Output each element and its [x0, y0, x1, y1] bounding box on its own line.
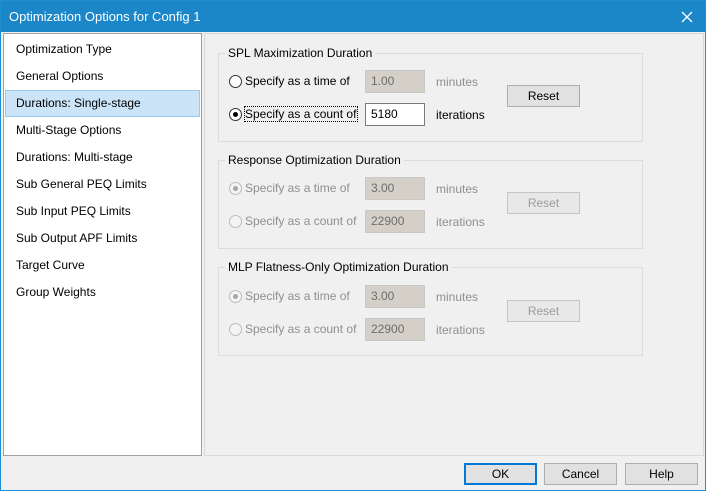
count-radio-label[interactable]: Specify as a count of [243, 106, 359, 122]
cancel-button[interactable]: Cancel [544, 463, 617, 485]
nav-item-sub-output-apf-limits[interactable]: Sub Output APF Limits [5, 225, 200, 252]
nav-item-label: Optimization Type [16, 42, 112, 56]
time-radio[interactable] [229, 182, 242, 195]
nav-item-optimization-type[interactable]: Optimization Type [5, 36, 200, 63]
group-title: Response Optimization Duration [225, 153, 404, 167]
nav-item-label: Sub Input PEQ Limits [16, 204, 131, 218]
nav-item-target-curve[interactable]: Target Curve [5, 252, 200, 279]
count-radio[interactable] [229, 323, 242, 336]
ok-button[interactable]: OK [464, 463, 537, 485]
group-title: MLP Flatness-Only Optimization Duration [225, 260, 452, 274]
close-icon[interactable] [669, 1, 705, 32]
time-unit-label: minutes [436, 75, 479, 89]
nav-item-label: Durations: Single-stage [16, 96, 141, 110]
nav-item-label: Durations: Multi-stage [16, 150, 133, 164]
mlp-flatness-duration-group: MLP Flatness-Only Optimization Duration … [218, 260, 643, 356]
count-option-row: Specify as a count of 22900 iterations [229, 318, 499, 342]
time-option-row: Specify as a time of 1.00 minutes [229, 70, 499, 94]
time-minutes-field[interactable]: 3.00 [365, 285, 425, 308]
nav-item-label: Multi-Stage Options [16, 123, 122, 137]
nav-item-label: General Options [16, 69, 104, 83]
nav-item-sub-general-peq-limits[interactable]: Sub General PEQ Limits [5, 171, 200, 198]
reset-button[interactable]: Reset [507, 192, 580, 214]
options-content-panel: SPL Maximization Duration Specify as a t… [204, 33, 704, 456]
response-optimization-duration-group: Response Optimization Duration Specify a… [218, 153, 643, 249]
time-unit-label: minutes [436, 290, 479, 304]
count-iterations-field[interactable]: 22900 [365, 318, 425, 341]
time-radio[interactable] [229, 75, 242, 88]
nav-item-label: Sub General PEQ Limits [16, 177, 147, 191]
nav-item-durations-multi-stage[interactable]: Durations: Multi-stage [5, 144, 200, 171]
count-radio[interactable] [229, 215, 242, 228]
spl-maximization-duration-group: SPL Maximization Duration Specify as a t… [218, 46, 643, 142]
nav-item-label: Sub Output APF Limits [16, 231, 138, 245]
window-title: Optimization Options for Config 1 [9, 9, 201, 24]
count-iterations-field[interactable]: 5180 [365, 103, 425, 126]
nav-item-sub-input-peq-limits[interactable]: Sub Input PEQ Limits [5, 198, 200, 225]
nav-item-group-weights[interactable]: Group Weights [5, 279, 200, 306]
time-radio-label[interactable]: Specify as a time of [245, 289, 350, 303]
count-radio-label[interactable]: Specify as a count of [245, 322, 356, 336]
time-option-row: Specify as a time of 3.00 minutes [229, 177, 499, 201]
time-unit-label: minutes [436, 182, 479, 196]
time-radio-label[interactable]: Specify as a time of [245, 181, 350, 195]
reset-button[interactable]: Reset [507, 85, 580, 107]
nav-item-multi-stage-options[interactable]: Multi-Stage Options [5, 117, 200, 144]
count-radio-label[interactable]: Specify as a count of [245, 214, 356, 228]
count-option-row: Specify as a count of 5180 iterations [229, 103, 499, 127]
count-radio[interactable] [229, 108, 242, 121]
nav-item-durations-single-stage[interactable]: Durations: Single-stage [5, 90, 200, 117]
count-option-row: Specify as a count of 22900 iterations [229, 210, 499, 234]
count-unit-label: iterations [436, 215, 485, 229]
time-minutes-field[interactable]: 3.00 [365, 177, 425, 200]
help-button[interactable]: Help [625, 463, 698, 485]
nav-item-label: Group Weights [16, 285, 96, 299]
nav-item-label: Target Curve [16, 258, 85, 272]
time-minutes-field[interactable]: 1.00 [365, 70, 425, 93]
options-category-list[interactable]: Optimization Type General Options Durati… [3, 33, 202, 456]
dialog-window: Optimization Options for Config 1 Optimi… [0, 0, 706, 491]
group-title: SPL Maximization Duration [225, 46, 376, 60]
reset-button[interactable]: Reset [507, 300, 580, 322]
time-radio[interactable] [229, 290, 242, 303]
title-bar[interactable]: Optimization Options for Config 1 [1, 1, 705, 32]
count-iterations-field[interactable]: 22900 [365, 210, 425, 233]
time-radio-label[interactable]: Specify as a time of [245, 74, 350, 88]
nav-item-general-options[interactable]: General Options [5, 63, 200, 90]
count-unit-label: iterations [436, 108, 485, 122]
count-unit-label: iterations [436, 323, 485, 337]
time-option-row: Specify as a time of 3.00 minutes [229, 285, 499, 309]
